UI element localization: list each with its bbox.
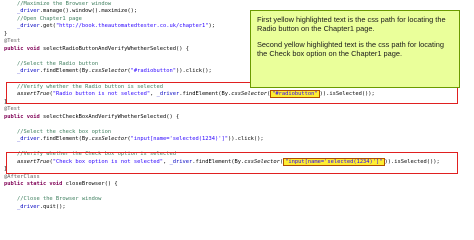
code-line: @Test <box>4 38 20 45</box>
code-token: } <box>4 31 8 37</box>
code-line: _driver.findElement(By.cssSelector("#rad… <box>4 68 212 75</box>
code-token: _driver <box>4 68 40 74</box>
code-line: public static void closeBrowser() { <box>4 181 118 188</box>
code-token: _driver <box>4 8 40 14</box>
note-paragraph-checkbox: Second yellow highlighted text is the cs… <box>257 40 444 58</box>
code-line: //Select the check box option <box>4 129 111 136</box>
annotation-note: First yellow highlighted text is the css… <box>250 10 460 88</box>
code-line: _driver.quit(); <box>4 204 66 211</box>
code-token: //Select the Radio button <box>4 61 99 67</box>
code-token: cssSelector <box>91 68 128 74</box>
code-token: @Test <box>4 106 21 112</box>
code-token: selectCheckBoxAndVerifyWhetherSelected()… <box>42 114 180 120</box>
code-token: cssSelector <box>91 136 128 142</box>
code-line: //Open Chapter1 page <box>4 16 82 23</box>
code-token: .quit(); <box>39 204 66 210</box>
code-line: _driver.get("http://book.theautomatedtes… <box>4 23 215 30</box>
code-token: )).click(); <box>176 68 212 74</box>
code-line: //Select the Radio button <box>4 61 98 68</box>
code-token: //Maximize the Browser window <box>4 1 112 7</box>
code-token: selectRadioButtonAndVerifyWhetherSelecte… <box>42 46 189 52</box>
code-token: "input[name='selected(1234)']" <box>130 136 228 142</box>
code-token: public void <box>4 114 43 120</box>
code-token: .manage().window().maximize(); <box>39 8 138 14</box>
code-line: public void selectCheckBoxAndVerifyWheth… <box>4 114 179 121</box>
code-token: "http://book.theautomatedtester.co.uk/ch… <box>55 23 209 29</box>
code-line: @AfterClass <box>4 174 40 181</box>
code-line: @Test <box>4 106 20 113</box>
code-token: @Test <box>4 38 21 44</box>
code-line: //Close the Browser window <box>4 196 101 203</box>
code-token: public static void <box>4 181 66 187</box>
code-token: "#radiobutton" <box>130 68 177 74</box>
code-token: .findElement(By. <box>39 136 92 142</box>
code-token: public void <box>4 46 43 52</box>
code-token: closeBrowser() { <box>65 181 118 187</box>
code-token: )).click(); <box>227 136 264 142</box>
code-token: _driver <box>4 136 40 142</box>
code-token: //Select the check box option <box>4 129 112 135</box>
note-paragraph-radio: First yellow highlighted text is the css… <box>257 15 446 33</box>
code-line: _driver.findElement(By.cssSelector("inpu… <box>4 136 264 143</box>
code-token: @AfterClass <box>4 174 40 180</box>
code-token: //Close the Browser window <box>4 196 102 202</box>
code-token: //Open Chapter1 page <box>4 16 82 22</box>
code-token: ); <box>208 23 215 29</box>
code-line: _driver.manage().window().maximize(); <box>4 8 137 15</box>
code-token: _driver <box>4 204 40 210</box>
code-token: .findElement(By. <box>39 68 92 74</box>
code-token: .get( <box>39 23 56 29</box>
code-line: } <box>4 31 7 38</box>
checkbox-assert-highlight-box <box>6 152 458 174</box>
code-token: _driver <box>4 23 40 29</box>
code-line: //Maximize the Browser window <box>4 1 111 8</box>
code-line: public void selectRadioButtonAndVerifyWh… <box>4 46 189 53</box>
